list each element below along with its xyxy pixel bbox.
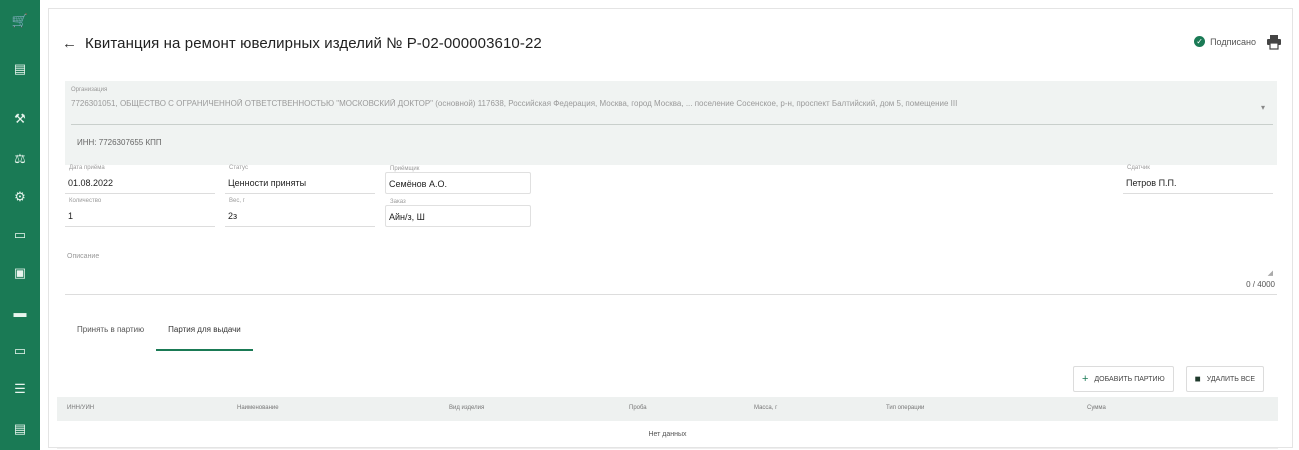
description-label: Описание [67,253,100,260]
table-header: ИНН/УИН Наименование Вид изделия Проба М… [57,397,1278,421]
client-field[interactable]: Сдатчик Петров П.П. [1123,165,1273,194]
table-actions: + ДОБАВИТЬ ПАРТИЮ ■ УДАЛИТЬ ВСЕ [1072,366,1264,392]
receipt-card: ← Квитанция на ремонт ювелирных изделий … [48,8,1293,449]
client-label: Сдатчик [1126,165,1151,171]
date-value: 01.08.2022 [68,178,114,188]
quantity-label: Количество [68,198,103,204]
status-field[interactable]: Статус Ценности приняты [225,165,375,194]
page-title: Квитанция на ремонт ювелирных изделий № … [85,34,542,52]
inn-text: ИНН: 7726307655 КПП [77,138,162,147]
column-header[interactable]: Проба [629,405,647,411]
receiver-value: Семёнов А.О. [389,179,447,189]
column-header[interactable]: Вид изделия [449,405,484,411]
column-header[interactable]: Тип операции [886,405,924,411]
sidebar: 🛒 ▤ ⚒ ⚖ ⚙ ▭ ▣ ▬ ▭ ☰ ▤ [0,0,40,450]
status-field-value: Ценности приняты [228,178,307,188]
check-circle-icon: ✓ [1194,36,1206,47]
card-icon[interactable]: ▭ [10,224,30,244]
scale-icon[interactable]: ⚖ [10,148,30,168]
column-header[interactable]: Масса, г [754,405,777,411]
list-icon[interactable]: ☰ [10,378,30,398]
back-arrow-icon[interactable]: ← [62,35,77,52]
receiver-field[interactable]: Приёмщик Семёнов А.О. [385,166,531,194]
document-icon[interactable]: ▤ [10,58,30,78]
description-textarea[interactable]: Описание ◢ 0 / 4000 [65,247,1277,295]
client-value: Петров П.П. [1126,178,1177,188]
column-header[interactable]: Наименование [237,405,279,411]
main-content: ← Квитанция на ремонт ювелирных изделий … [40,0,1299,450]
plus-icon: + [1081,373,1089,385]
organization-block: Организация 7726301051, ОБЩЕСТВО С ОГРАН… [65,81,1277,165]
chevron-down-icon[interactable]: ▾ [1261,103,1265,112]
date-label: Дата приёма [68,165,106,171]
id-card-icon[interactable]: ▤ [10,418,30,438]
briefcase-icon[interactable]: ▬ [10,302,30,322]
status-badge: ✓ Подписано [1194,36,1256,47]
tools-icon[interactable]: ⚒ [10,108,30,128]
weight-field[interactable]: Вес, г 2з [225,198,375,227]
column-header[interactable]: ИНН/УИН [67,405,94,411]
organization-value: 7726301051, ОБЩЕСТВО С ОГРАНИЧЕННОЙ ОТВЕ… [71,99,958,108]
monitor-icon[interactable]: ▭ [10,340,30,360]
weight-value: 2з [228,211,238,221]
delete-all-label: УДАЛИТЬ ВСЕ [1206,375,1255,383]
tabs: Принять в партию Партия для выдачи [65,315,253,351]
add-batch-label: ДОБАВИТЬ ПАРТИЮ [1094,375,1165,383]
tab-accept-batch[interactable]: Принять в партию [65,315,156,351]
file-icon[interactable]: ▣ [10,262,30,282]
quantity-value: 1 [68,211,74,221]
add-batch-button[interactable]: + ДОБАВИТЬ ПАРТИЮ [1072,366,1174,392]
column-header[interactable]: Сумма [1087,405,1106,411]
empty-table-message: Нет данных [57,423,1278,449]
date-field[interactable]: Дата приёма 01.08.2022 [65,165,215,194]
organization-select[interactable]: Организация 7726301051, ОБЩЕСТВО С ОГРАН… [71,87,1273,125]
page-header: ← Квитанция на ремонт ювелирных изделий … [62,31,542,55]
quantity-field[interactable]: Количество 1 [65,198,215,227]
weight-label: Вес, г [228,198,246,204]
receiver-label: Приёмщик [389,166,421,172]
printer-icon[interactable] [1266,34,1282,50]
trash-icon: ■ [1194,373,1201,385]
order-field[interactable]: Заказ Айн/з, Ш [385,199,531,227]
status-field-label: Статус [228,165,249,171]
gear-box-icon[interactable]: ⚙ [10,186,30,206]
organization-label: Организация [71,87,108,93]
status-label: Подписано [1210,36,1256,47]
tab-issue-batch[interactable]: Партия для выдачи [156,315,253,351]
cart-icon[interactable]: 🛒 [10,10,30,30]
order-label: Заказ [389,199,407,205]
order-value: Айн/з, Ш [389,212,425,222]
char-counter: 0 / 4000 [1246,280,1275,289]
delete-all-button[interactable]: ■ УДАЛИТЬ ВСЕ [1185,366,1264,392]
resize-handle-icon[interactable]: ◢ [1268,269,1273,277]
